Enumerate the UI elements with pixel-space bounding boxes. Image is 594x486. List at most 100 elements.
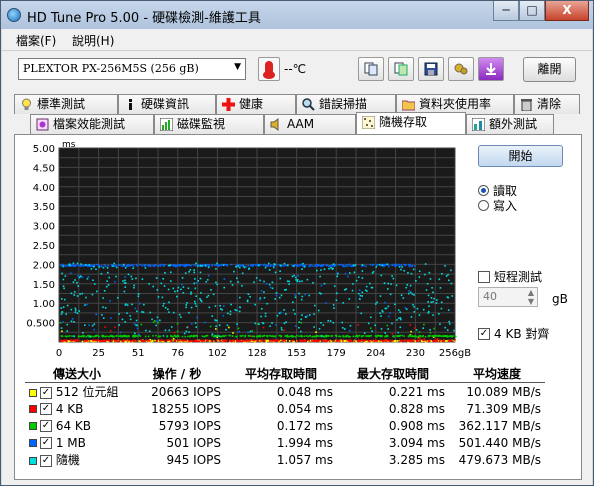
scatter-point	[209, 325, 212, 328]
scatter-point	[76, 262, 79, 265]
scatter-point	[223, 278, 226, 280]
scatter-point	[66, 304, 69, 307]
scatter-point	[182, 292, 185, 294]
tab-file-benchmark[interactable]: 檔案效能測試	[30, 114, 154, 134]
scatter-point	[432, 314, 434, 316]
scatter-point	[132, 335, 135, 338]
scatter-point	[62, 265, 65, 268]
scatter-point	[123, 290, 126, 293]
tab-random-access[interactable]: 隨機存取	[356, 112, 466, 134]
scatter-point	[316, 269, 318, 272]
row-checkbox[interactable]: ✓	[40, 437, 52, 449]
scatter-point	[70, 320, 73, 323]
scatter-point	[276, 340, 279, 342]
row-checkbox[interactable]: ✓	[40, 454, 52, 467]
scatter-point	[354, 335, 357, 338]
tab-info[interactable]: 硬碟資訊	[118, 94, 216, 114]
scatter-point	[95, 313, 98, 316]
scatter-point	[166, 339, 169, 341]
scatter-point	[284, 335, 287, 337]
tab-extra-tests[interactable]: 額外測試	[466, 114, 554, 134]
scatter-point	[323, 282, 326, 285]
options-button[interactable]	[448, 57, 474, 81]
scatter-point	[260, 307, 263, 310]
tab-folder-usage[interactable]: 資料夾使用率	[396, 94, 514, 114]
scatter-point	[196, 316, 198, 319]
scatter-point	[306, 315, 309, 317]
magnifier-icon	[302, 98, 315, 111]
scatter-point	[243, 266, 246, 269]
maximize-button[interactable]: □	[519, 1, 545, 21]
scatter-point	[423, 339, 425, 342]
scatter-point	[380, 328, 383, 330]
scatter-point	[227, 312, 229, 315]
copy-screenshot-button[interactable]	[388, 57, 414, 81]
scatter-point	[292, 339, 295, 342]
scatter-point	[60, 335, 63, 337]
scatter-point	[332, 304, 335, 306]
scatter-point	[336, 275, 339, 278]
start-button[interactable]: 開始	[478, 145, 563, 167]
scatter-point	[205, 281, 207, 283]
scatter-point	[101, 335, 103, 337]
scatter-point	[279, 264, 282, 267]
tab-health[interactable]: 健康	[216, 94, 296, 114]
scatter-point	[409, 339, 412, 342]
scatter-point	[190, 293, 192, 295]
scatter-point	[162, 265, 165, 268]
write-option[interactable]: 寫入	[478, 197, 517, 214]
tab-error-scan[interactable]: 錯誤掃描	[296, 94, 396, 114]
align-4kb-checkbox[interactable]: ✓	[478, 327, 490, 340]
read-radio[interactable]	[478, 185, 489, 196]
scatter-point	[305, 335, 308, 337]
exit-button[interactable]: 離開	[523, 57, 576, 82]
tab-benchmark[interactable]: 標準測試	[14, 94, 118, 114]
scatter-point	[400, 294, 403, 296]
scatter-point	[333, 285, 336, 288]
scatter-point	[207, 274, 210, 277]
short-test-option[interactable]: 短程測試	[478, 268, 542, 285]
scatter-point	[238, 310, 241, 313]
menu-help[interactable]: 說明(H)	[72, 32, 114, 49]
scatter-point	[61, 311, 63, 313]
write-radio[interactable]	[478, 200, 489, 211]
menu-file[interactable]: 檔案(F)	[16, 32, 56, 49]
scatter-point	[161, 339, 163, 341]
copy-text-button[interactable]	[358, 57, 384, 81]
tab-disk-monitor[interactable]: 磁碟監視	[154, 114, 264, 134]
scatter-point	[384, 332, 387, 334]
scatter-point	[361, 335, 363, 337]
scatter-point	[393, 340, 396, 342]
scatter-point	[129, 340, 132, 342]
y-tick-label: 3.00	[33, 222, 55, 233]
scatter-point	[320, 269, 322, 271]
save-button[interactable]	[418, 57, 444, 81]
scatter-point	[141, 311, 143, 313]
row-checkbox[interactable]: ✓	[40, 420, 52, 432]
row-checkbox[interactable]: ✓	[40, 386, 52, 399]
scatter-point	[199, 265, 202, 267]
scatter-point	[210, 340, 213, 342]
tab-erase[interactable]: 清除	[514, 94, 580, 114]
scatter-point	[285, 288, 287, 291]
row-checkbox[interactable]: ✓	[40, 403, 52, 415]
tab-aam[interactable]: AAM	[264, 114, 356, 134]
scatter-point	[257, 264, 260, 267]
scatter-point	[260, 315, 262, 318]
drive-select[interactable]: PLEXTOR PX-256M5S (256 gB) ▼	[18, 58, 246, 80]
scatter-point	[438, 313, 440, 315]
close-button[interactable]: X	[545, 1, 589, 21]
scatter-point	[339, 335, 342, 338]
align-4kb-option[interactable]: ✓ 4 KB 對齊	[478, 325, 549, 342]
download-button[interactable]	[478, 57, 504, 81]
x-tick-label: 128	[247, 348, 266, 359]
short-test-size-input[interactable]: 40 ▲ ▼	[478, 287, 538, 307]
scatter-point	[302, 265, 304, 267]
scatter-point	[374, 324, 376, 327]
scatter-point	[61, 330, 63, 333]
scatter-point	[124, 276, 126, 278]
short-test-checkbox[interactable]	[478, 270, 490, 283]
minimize-button[interactable]: ─	[493, 1, 519, 21]
scatter-point	[219, 308, 222, 310]
scatter-point	[285, 321, 287, 323]
